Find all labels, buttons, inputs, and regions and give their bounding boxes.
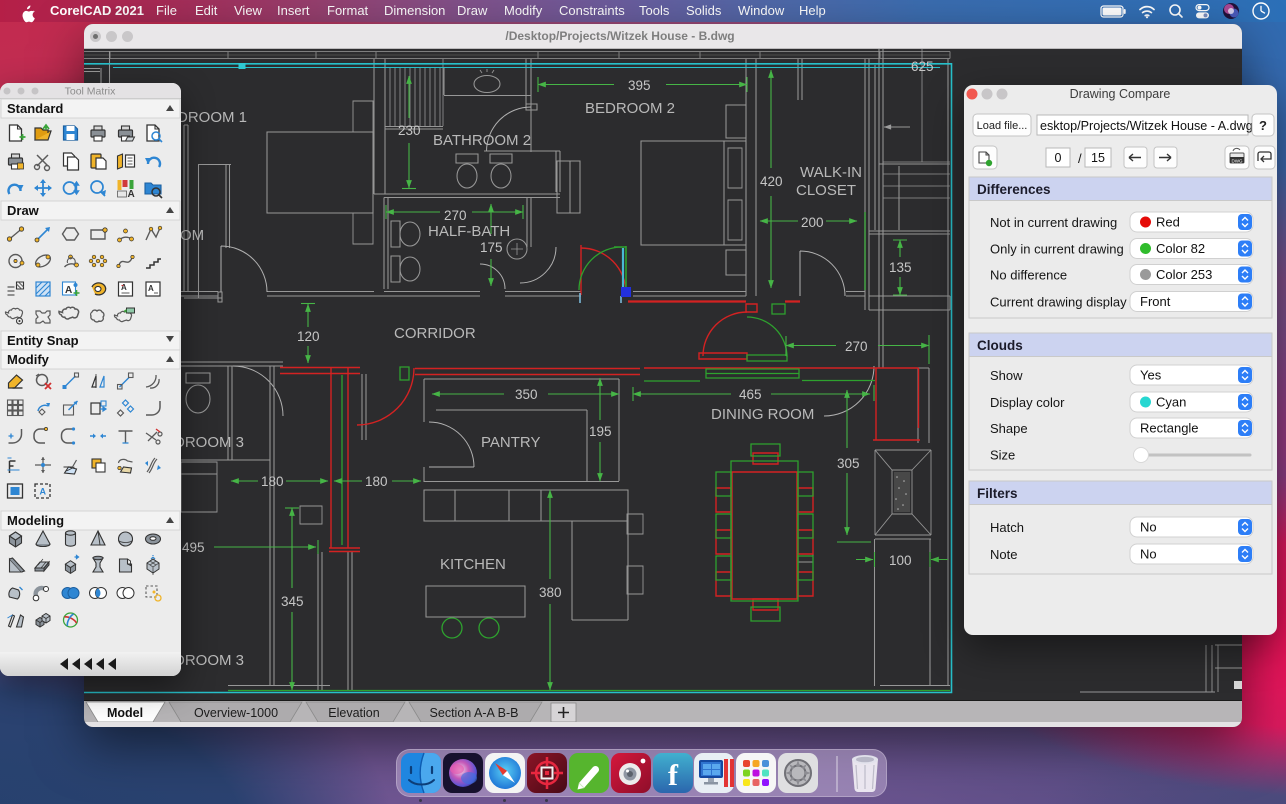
svg-text:Standard: Standard xyxy=(7,101,63,116)
svg-text:Size: Size xyxy=(990,448,1015,463)
svg-text:Hatch: Hatch xyxy=(990,520,1024,535)
svg-text:KITCHEN: KITCHEN xyxy=(440,556,506,573)
svg-text:BEDROOM 2: BEDROOM 2 xyxy=(585,100,675,117)
svg-text:Elevation: Elevation xyxy=(328,706,379,720)
svg-text:200: 200 xyxy=(801,215,824,230)
svg-text:270: 270 xyxy=(845,339,868,354)
svg-text:Model: Model xyxy=(107,706,143,720)
svg-text:Filters: Filters xyxy=(977,486,1018,501)
svg-text:230: 230 xyxy=(398,123,421,138)
svg-text:625: 625 xyxy=(911,59,934,74)
svg-text:Differences: Differences xyxy=(977,182,1051,197)
svg-text:No difference: No difference xyxy=(990,268,1067,283)
svg-text:No: No xyxy=(1140,547,1157,562)
svg-text:175: 175 xyxy=(480,240,503,255)
svg-text:Show: Show xyxy=(990,368,1023,383)
svg-text:180: 180 xyxy=(365,474,388,489)
svg-text:Front: Front xyxy=(1140,294,1171,309)
svg-text:PANTRY: PANTRY xyxy=(481,434,540,451)
svg-text:Overview-1000: Overview-1000 xyxy=(194,706,278,720)
svg-text:Draw: Draw xyxy=(7,203,40,218)
svg-text:Section A-A B-B: Section A-A B-B xyxy=(430,706,519,720)
svg-text:HALF-BATH: HALF-BATH xyxy=(428,223,510,240)
svg-text:395: 395 xyxy=(628,78,651,93)
svg-text:Only in current drawing: Only in current drawing xyxy=(990,242,1124,257)
svg-text:465: 465 xyxy=(739,387,762,402)
svg-text:15: 15 xyxy=(1091,151,1105,165)
svg-text:Clouds: Clouds xyxy=(977,338,1023,353)
svg-text:DROOM 3: DROOM 3 xyxy=(174,652,244,669)
svg-text:Rectangle: Rectangle xyxy=(1140,421,1199,436)
svg-text:Red: Red xyxy=(1156,215,1180,230)
svg-text:DWG: DWG xyxy=(1232,158,1243,163)
svg-text:Display color: Display color xyxy=(990,395,1065,410)
svg-text:380: 380 xyxy=(539,585,562,600)
svg-text:/: / xyxy=(1078,151,1082,166)
svg-text:esktop/Projects/Witzek House -: esktop/Projects/Witzek House - A.dwg xyxy=(1040,119,1253,133)
svg-text:Not in current drawing: Not in current drawing xyxy=(990,215,1117,230)
svg-text:f: f xyxy=(668,759,679,792)
svg-text:BATHROOM 2: BATHROOM 2 xyxy=(433,132,531,149)
svg-text:Note: Note xyxy=(990,547,1017,562)
svg-text:420: 420 xyxy=(760,174,783,189)
svg-text:Load file...: Load file... xyxy=(977,120,1028,132)
svg-text:270: 270 xyxy=(444,208,467,223)
svg-text:Modeling: Modeling xyxy=(7,513,64,528)
svg-text:Color 253: Color 253 xyxy=(1156,267,1212,282)
svg-text:WALK-IN: WALK-IN xyxy=(800,164,862,181)
svg-text:?: ? xyxy=(1259,118,1267,133)
svg-text:CLOSET: CLOSET xyxy=(796,182,856,199)
svg-text:135: 135 xyxy=(889,260,912,275)
svg-text:Yes: Yes xyxy=(1140,368,1162,383)
svg-text:Current drawing display: Current drawing display xyxy=(990,295,1127,310)
svg-text:OM: OM xyxy=(180,227,204,244)
svg-text:Shape: Shape xyxy=(990,421,1028,436)
svg-text:Color 82: Color 82 xyxy=(1156,241,1205,256)
svg-text:100: 100 xyxy=(889,553,912,568)
svg-text:Tool Matrix: Tool Matrix xyxy=(65,86,117,98)
svg-text:No: No xyxy=(1140,520,1157,535)
svg-text:345: 345 xyxy=(281,594,304,609)
svg-text:305: 305 xyxy=(837,456,860,471)
svg-text:120: 120 xyxy=(297,329,320,344)
svg-text:Cyan: Cyan xyxy=(1156,395,1186,410)
svg-text:195: 195 xyxy=(589,424,612,439)
svg-text:350: 350 xyxy=(515,387,538,402)
svg-text:Drawing Compare: Drawing Compare xyxy=(1070,87,1171,101)
svg-text:180: 180 xyxy=(261,474,284,489)
svg-text:495: 495 xyxy=(182,540,205,555)
svg-text:DINING ROOM: DINING ROOM xyxy=(711,406,814,423)
svg-text:DROOM 1: DROOM 1 xyxy=(177,109,247,126)
svg-text:0: 0 xyxy=(1055,151,1062,165)
svg-text:Entity Snap: Entity Snap xyxy=(7,333,79,348)
svg-text:Modify: Modify xyxy=(7,352,50,367)
svg-text:CORRIDOR: CORRIDOR xyxy=(394,325,476,342)
svg-text:DROOM 3: DROOM 3 xyxy=(174,434,244,451)
